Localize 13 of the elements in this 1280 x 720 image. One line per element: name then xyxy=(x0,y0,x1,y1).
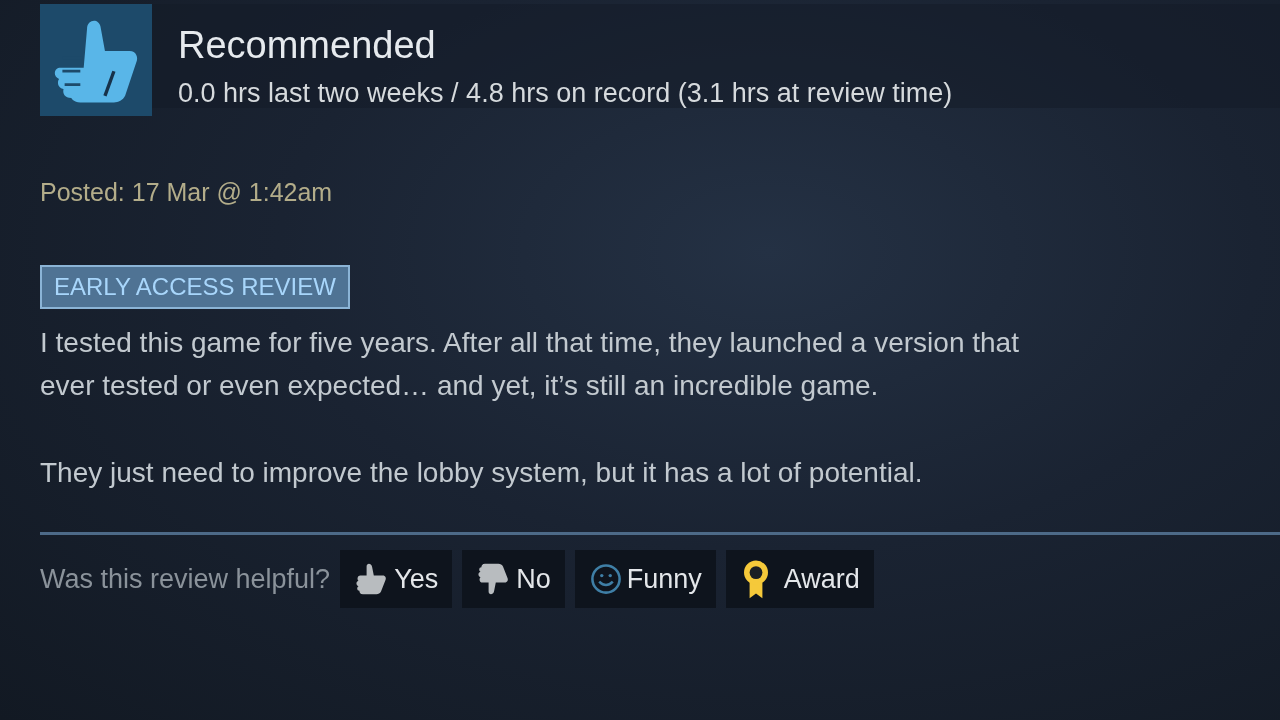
helpful-prompt: Was this review helpful? xyxy=(40,563,331,595)
review-text-line: ever tested or even expected… and yet, it’s still an incredible game. xyxy=(40,369,880,403)
review-text-line: They just need to improve the lobby system, but it has a lot of potential. xyxy=(40,456,924,490)
review-verdict: Recommended xyxy=(178,23,437,68)
no-button[interactable]: No xyxy=(462,550,565,608)
review-text-line: I tested this game for five years. After all that time, they launched a version that xyxy=(40,326,1020,360)
playtime-text: 0.0 hrs last two weeks / 4.8 hrs on record (3.1 hrs at review time) xyxy=(178,78,954,109)
posted-date: Posted: 17 Mar @ 1:42am xyxy=(40,178,334,207)
smiley-icon xyxy=(588,562,623,596)
award-button[interactable]: Award xyxy=(725,550,874,608)
funny-button[interactable]: Funny xyxy=(574,550,716,608)
early-access-tag: EARLY ACCESS REVIEW xyxy=(40,265,350,309)
yes-button[interactable]: Yes xyxy=(340,550,453,608)
